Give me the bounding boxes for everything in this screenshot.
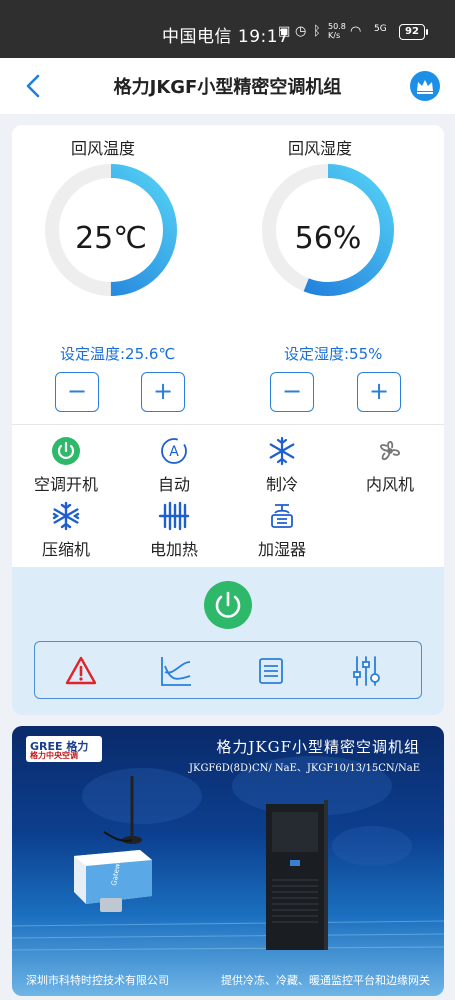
snowflake-icon (269, 436, 295, 466)
func-label: 内风机 (365, 475, 414, 494)
antenna-icon (103, 776, 142, 844)
settings-sliders-icon[interactable] (349, 654, 383, 688)
svg-text:A: A (169, 444, 179, 460)
temp-setpoint: 设定温度:25.6℃ (60, 345, 176, 363)
brand-subtitle: 格力中央空调 (30, 751, 78, 760)
banner-title: 格力JKGF小型精密空调机组 (216, 738, 420, 756)
compressor-snowflake-icon (52, 501, 80, 531)
return-temp-value: 25℃ (75, 221, 147, 256)
gree-logo: GREE 格力 格力中央空调 (26, 736, 102, 762)
func-compressor[interactable]: 压缩机 (16, 501, 116, 560)
power-on-icon (52, 437, 80, 465)
ac-cabinet-image (266, 800, 328, 950)
bluetooth-icon: ᛒ (313, 24, 321, 39)
humidifier-icon (271, 504, 293, 528)
func-humidifier[interactable]: 加湿器 (232, 501, 332, 560)
humidity-setpoint: 设定湿度:55% (284, 345, 383, 363)
minus-label: − (281, 377, 303, 405)
app-header: 格力JKGF小型精密空调机组 (0, 58, 455, 114)
temp-increase-button[interactable]: + (141, 372, 185, 412)
heater-icon (158, 501, 190, 531)
power-icon (215, 591, 241, 618)
battery-indicator: 92 (399, 24, 428, 40)
power-button[interactable] (204, 581, 252, 629)
return-humidity-label: 回风湿度 (287, 139, 352, 158)
return-humidity-value: 56% (294, 221, 362, 256)
trend-chart-icon[interactable] (159, 654, 193, 688)
func-auto[interactable]: A 自动 (124, 436, 224, 495)
func-indoor-fan[interactable]: 内风机 (340, 436, 440, 495)
company-name: 深圳市科特时控技术有限公司 (26, 974, 169, 987)
gateway-device-image: Gateway (74, 850, 152, 912)
page-title: 格力JKGF小型精密空调机组 (113, 77, 342, 98)
func-label: 空调开机 (33, 475, 98, 494)
fan-icon (380, 441, 400, 461)
divider (12, 424, 444, 425)
humidity-increase-button[interactable]: + (357, 372, 401, 412)
control-card: 回风温度 25℃ 回风湿度 56% 设定温度:25.6℃ 设定湿度:55% − … (12, 125, 444, 715)
banner-models: JKGF6D(8D)CN/ NaE、JKGF10/13/15CN/NaE (188, 763, 420, 774)
wifi-icon: ◠ (350, 24, 362, 39)
nfc-icon: ▣ (278, 24, 291, 39)
promo-banner[interactable]: GREE 格力 格力中央空调 格力JKGF小型精密空调机组 JKGF6D(8D)… (12, 726, 444, 996)
alarm-clock-icon: ◷ (295, 24, 307, 39)
func-label: 压缩机 (41, 540, 90, 559)
auto-mode-icon: A (161, 438, 187, 464)
control-panel (12, 567, 444, 715)
banner-footer: 深圳市科特时控技术有限公司 提供冷冻、冷藏、暖通监控平台和边缘网关 (12, 970, 444, 990)
func-ac-power[interactable]: 空调开机 (16, 436, 116, 495)
func-label: 自动 (157, 475, 190, 494)
func-cooling[interactable]: 制冷 (232, 436, 332, 495)
plus-label: + (368, 377, 390, 405)
return-temp-label: 回风温度 (70, 139, 135, 158)
minus-label: − (66, 377, 88, 405)
toolbar (34, 641, 422, 699)
func-electric-heater[interactable]: 电加热 (124, 501, 224, 560)
plus-label: + (152, 377, 174, 405)
func-label: 加湿器 (257, 540, 306, 559)
status-bar: 中国电信 19:17 ▣ ◷ ᛒ 50.8 K/s ◠ 5G 92 (0, 0, 455, 58)
list-icon[interactable] (254, 654, 288, 688)
temp-decrease-button[interactable]: − (55, 372, 99, 412)
net-speed: 50.8 K/s (328, 22, 346, 40)
vip-crown-icon[interactable] (410, 71, 440, 101)
company-slogan: 提供冷冻、冷藏、暖通监控平台和边缘网关 (221, 974, 430, 987)
humidity-decrease-button[interactable]: − (270, 372, 314, 412)
signal-label: 5G (374, 24, 387, 34)
func-label: 制冷 (265, 475, 298, 494)
func-label: 电加热 (149, 540, 198, 559)
alarm-icon[interactable] (64, 654, 98, 688)
status-text: 中国电信 19:17 (162, 27, 290, 47)
